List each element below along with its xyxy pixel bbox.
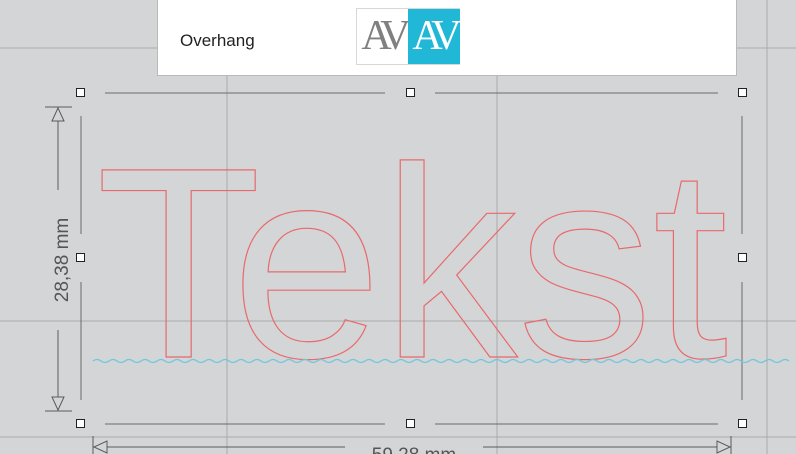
resize-handle-bottom-left[interactable]	[76, 419, 85, 428]
width-dimension-label: 59,28 mm	[372, 445, 456, 454]
text-options-panel: Overhang AV AV	[157, 0, 737, 76]
kerning-normal-preview: AV	[357, 9, 411, 64]
resize-handle-top-center[interactable]	[406, 88, 415, 97]
resize-handle-bottom-right[interactable]	[738, 419, 747, 428]
kerning-overhang-preview: AV	[408, 9, 462, 64]
height-dimension-label: 28,38 mm	[52, 218, 73, 302]
resize-handle-bottom-center[interactable]	[406, 419, 415, 428]
text-object-outline[interactable]: Tekst	[95, 110, 729, 415]
resize-handle-top-right[interactable]	[738, 88, 747, 97]
text-object-glyphs: Tekst	[96, 111, 729, 415]
resize-handle-middle-left[interactable]	[76, 253, 85, 262]
resize-handle-top-left[interactable]	[76, 88, 85, 97]
overhang-preview-button[interactable]: AV AV	[356, 8, 462, 65]
overhang-option-label: Overhang	[180, 31, 255, 50]
resize-handle-middle-right[interactable]	[738, 253, 747, 262]
